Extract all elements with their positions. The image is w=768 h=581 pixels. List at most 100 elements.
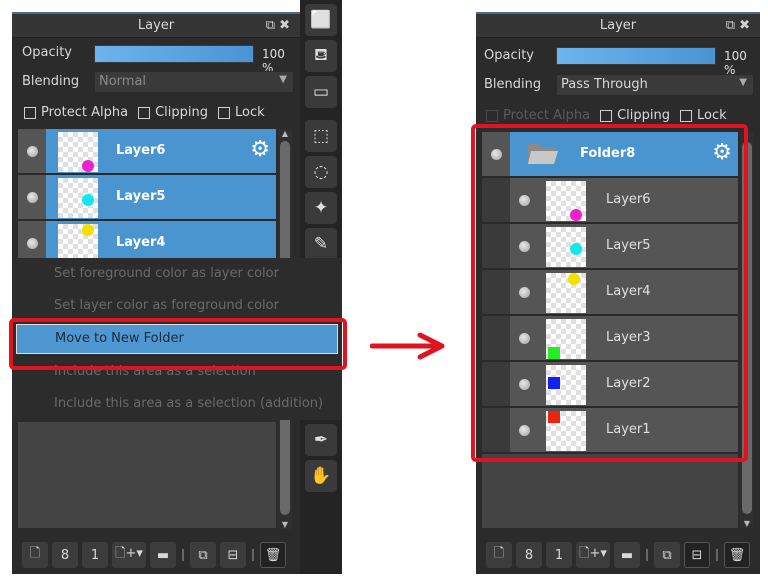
eye-icon (27, 238, 38, 249)
scroll-down-icon[interactable]: ▼ (740, 519, 754, 528)
separator (182, 549, 184, 561)
layer-list-empty (18, 422, 276, 528)
clipping-checkbox[interactable]: Clipping (138, 105, 208, 120)
layer-name: Layer6 (116, 143, 166, 158)
layer-row[interactable]: Layer6 ⚙ (18, 129, 276, 175)
trash-icon: 🗑 (728, 547, 746, 563)
layer-toolbar: 🗋 8 1 🗋+▾ ▬ ⧉ ⊟ 🗑 (476, 536, 760, 574)
panel-window-icons[interactable]: ⧉✖ (266, 18, 294, 33)
magic-wand-icon: ✦ (313, 198, 329, 218)
arrow-right-icon (370, 332, 445, 360)
rect-select-tool[interactable]: ⬚ (305, 120, 337, 152)
visibility-toggle[interactable] (18, 175, 46, 219)
lock-checkbox[interactable]: Lock (679, 108, 727, 123)
lasso-tool[interactable]: ◌ (305, 156, 337, 188)
rect-select-icon: ⬚ (312, 126, 330, 146)
delete-layer-button[interactable]: 🗑 (724, 542, 750, 568)
menu-item-fg-to-layer-color[interactable]: Set foreground color as layer color (12, 260, 342, 290)
select-pen-tool[interactable]: ✎ (305, 228, 337, 260)
layer-list: Layer6 ⚙ Layer5 Layer4 (18, 129, 276, 259)
new-folder-button[interactable]: ▬ (614, 542, 640, 568)
blending-select[interactable]: Pass Through ▼ (556, 74, 754, 96)
eye-icon (27, 192, 38, 203)
eyedropper-tool[interactable]: ✒ (305, 424, 337, 456)
clipping-checkbox[interactable]: Clipping (600, 108, 670, 123)
separator (646, 549, 648, 561)
layer-list-empty (482, 458, 738, 528)
close-icon[interactable]: ✖ (279, 18, 294, 33)
separator (716, 549, 718, 561)
layer-thumbnail (58, 224, 98, 259)
folder-icon: ▬ (156, 547, 170, 563)
color-box-tool[interactable]: ⬜ (305, 4, 337, 36)
gradient-tool[interactable]: ▭ (305, 76, 337, 108)
duplicate-icon: ⧉ (662, 547, 672, 563)
page-1-icon: 1 (554, 547, 564, 563)
opacity-slider[interactable] (94, 45, 254, 63)
folder-icon: ▬ (620, 547, 634, 563)
fill-tool[interactable]: ⛾ (305, 40, 337, 72)
eye-icon (27, 146, 38, 157)
visibility-toggle[interactable] (18, 129, 46, 173)
merge-icon: ⊟ (691, 547, 703, 563)
highlight-frame (471, 124, 748, 462)
new-1bit-layer-button[interactable]: 1 (82, 542, 108, 568)
visibility-toggle[interactable] (18, 221, 46, 259)
new-1bit-layer-button[interactable]: 1 (546, 542, 572, 568)
separator (252, 549, 254, 561)
panel-titlebar: Layer ⧉✖ (12, 12, 300, 38)
layer-name: Layer5 (116, 189, 166, 204)
square-icon: ⬜ (310, 10, 332, 30)
blending-select[interactable]: Normal ▼ (94, 71, 294, 93)
scroll-up-icon[interactable]: ▲ (278, 129, 292, 138)
magic-wand-tool[interactable]: ✦ (305, 192, 337, 224)
blending-label: Blending (22, 74, 80, 89)
merge-icon: ⊟ (227, 547, 239, 563)
panel-window-icons[interactable]: ⧉✖ (726, 18, 754, 33)
highlight-frame (9, 318, 347, 370)
merge-layer-button[interactable]: ⊟ (684, 542, 710, 568)
chevron-down-icon: ▼ (739, 77, 747, 88)
popout-icon[interactable]: ⧉ (266, 18, 279, 33)
page-plus-icon: 🗋+▾ (579, 546, 607, 561)
layer-row[interactable]: Layer4 (18, 221, 276, 259)
opacity-slider[interactable] (556, 47, 716, 65)
layer-row[interactable]: Layer5 (18, 175, 276, 221)
new-raster-layer-button[interactable]: 🗋 (22, 542, 48, 568)
duplicate-icon: ⧉ (198, 547, 208, 563)
page-icon: 🗋 (493, 546, 505, 561)
page-icon: 🗋 (29, 546, 41, 561)
new-layer-menu-button[interactable]: 🗋+▾ (576, 542, 610, 568)
protect-alpha-checkbox[interactable]: Protect Alpha (486, 108, 590, 123)
page-8-icon: 8 (524, 547, 534, 563)
eyedropper-icon: ✒ (313, 430, 329, 450)
layer-options: Protect Alpha Clipping Lock (24, 105, 265, 120)
menu-item-include-selection-addition[interactable]: Include this area as a selection (additi… (12, 390, 342, 420)
gear-icon[interactable]: ⚙ (250, 139, 270, 161)
layer-options: Protect Alpha Clipping Lock (486, 108, 727, 123)
blending-label: Blending (484, 77, 542, 92)
popout-icon[interactable]: ⧉ (726, 18, 739, 33)
layer-thumbnail (58, 178, 98, 218)
new-vector-layer-button[interactable]: 8 (516, 542, 542, 568)
new-folder-button[interactable]: ▬ (150, 542, 176, 568)
protect-alpha-checkbox[interactable]: Protect Alpha (24, 105, 128, 120)
panel-title: Layer (599, 18, 637, 33)
duplicate-layer-button[interactable]: ⧉ (654, 542, 680, 568)
new-raster-layer-button[interactable]: 🗋 (486, 542, 512, 568)
page-8-icon: 8 (60, 547, 70, 563)
layer-toolbar: 🗋 8 1 🗋+▾ ▬ ⧉ ⊟ 🗑 (12, 536, 300, 574)
delete-layer-button[interactable]: 🗑 (260, 542, 286, 568)
duplicate-layer-button[interactable]: ⧉ (190, 542, 216, 568)
hand-tool[interactable]: ✋ (305, 460, 337, 492)
bucket-icon: ⛾ (314, 45, 328, 65)
new-layer-menu-button[interactable]: 🗋+▾ (112, 542, 146, 568)
new-vector-layer-button[interactable]: 8 (52, 542, 78, 568)
scroll-down-icon[interactable]: ▼ (278, 520, 292, 529)
merge-layer-button[interactable]: ⊟ (220, 542, 246, 568)
trash-icon: 🗑 (264, 547, 282, 563)
panel-titlebar: Layer ⧉✖ (476, 12, 760, 38)
close-icon[interactable]: ✖ (739, 18, 754, 33)
opacity-value: 100 % (724, 49, 747, 77)
lock-checkbox[interactable]: Lock (217, 105, 265, 120)
